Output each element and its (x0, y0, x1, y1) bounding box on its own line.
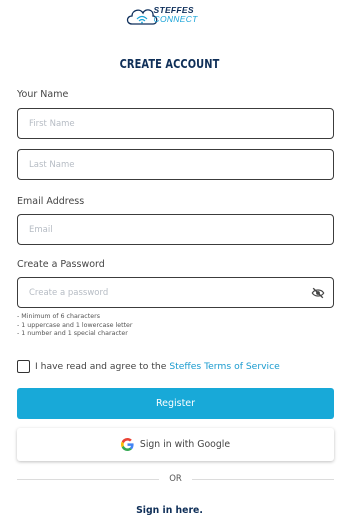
or-text: OR (169, 474, 182, 484)
email-input[interactable] (18, 215, 333, 244)
sign-in-link[interactable]: Sign in here. (0, 505, 339, 516)
google-icon (120, 438, 134, 451)
name-label: Your Name (17, 89, 69, 100)
password-hint: - 1 number and 1 special character (17, 330, 128, 337)
google-signin-button[interactable]: Sign in with Google (17, 428, 334, 461)
divider-line (191, 478, 335, 480)
password-label: Create a Password (17, 259, 105, 270)
terms-of-service-link[interactable]: Steffes Terms of Service (169, 361, 279, 372)
brand-logo: STEFFES CONNECT (0, 3, 339, 31)
last-name-input[interactable] (18, 150, 333, 179)
password-hint: - Minimum of 6 characters (17, 313, 100, 320)
terms-prefix: I have read and agree to the (35, 361, 170, 372)
password-hint: - 1 uppercase and 1 lowercase letter (17, 321, 133, 329)
divider-line (17, 478, 160, 480)
terms-checkbox[interactable] (17, 360, 30, 373)
email-field[interactable] (17, 214, 334, 245)
or-divider: OR (17, 473, 335, 485)
register-button[interactable]: Register (17, 388, 334, 419)
eye-slash-icon[interactable] (311, 286, 325, 300)
password-requirements: - Minimum of 6 characters - 1 uppercase … (17, 313, 133, 339)
password-input[interactable] (18, 278, 333, 307)
email-label: Email Address (17, 196, 85, 207)
logo-wordmark: STEFFES CONNECT (154, 6, 198, 24)
last-name-field[interactable] (17, 149, 334, 180)
terms-text: I have read and agree to the Steffes Ter… (35, 361, 280, 372)
google-signin-label: Sign in with Google (139, 439, 231, 450)
logo-line2: CONNECT (153, 14, 198, 24)
first-name-input[interactable] (18, 109, 333, 138)
first-name-field[interactable] (17, 108, 334, 139)
terms-agreement: I have read and agree to the Steffes Ter… (17, 360, 280, 373)
page-title: CREATE ACCOUNT (119, 57, 220, 71)
password-field[interactable] (17, 277, 334, 308)
logo-mark: STEFFES CONNECT (124, 3, 216, 31)
